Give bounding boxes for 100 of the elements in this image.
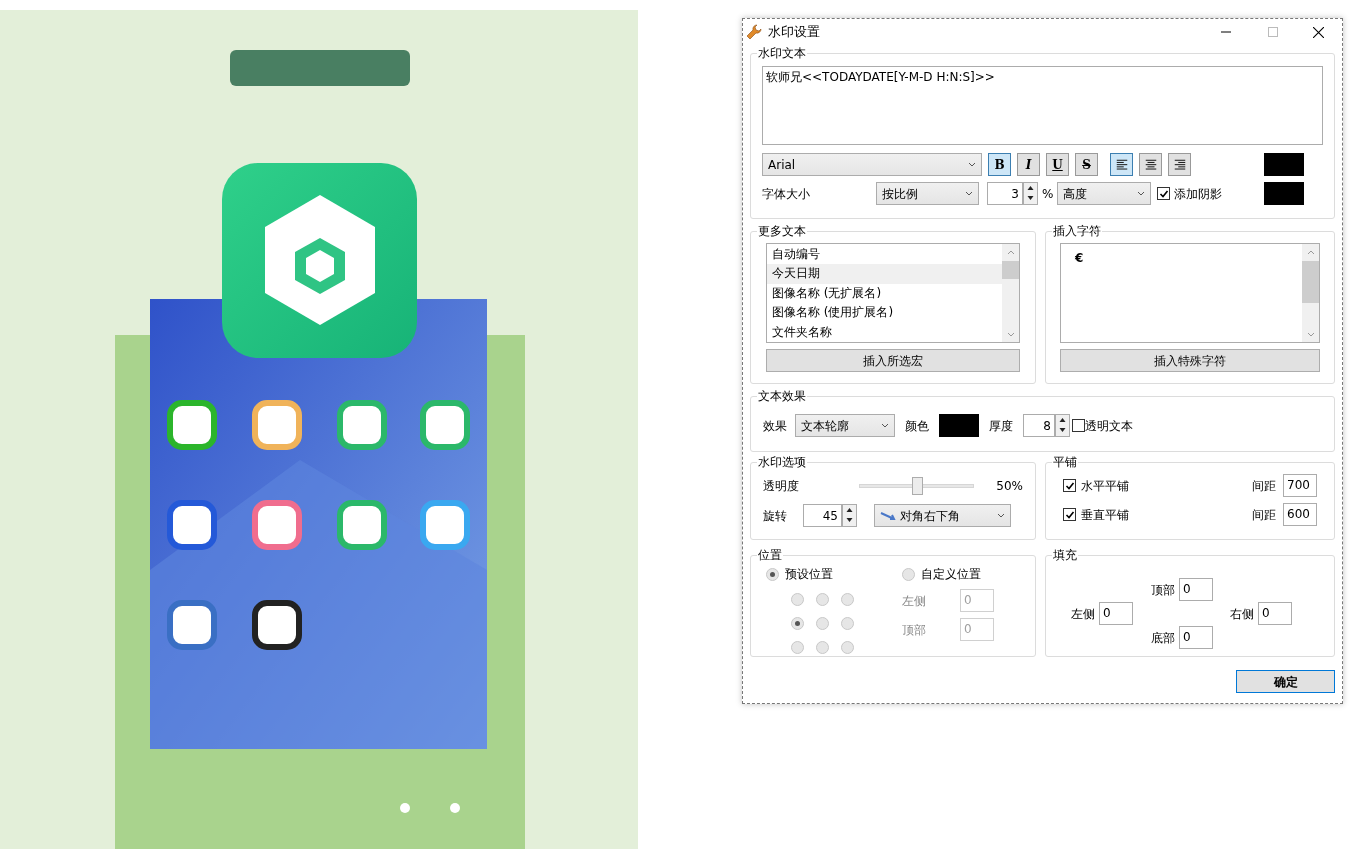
position-radio[interactable] [791, 593, 804, 606]
chevron-down-icon [1137, 191, 1146, 196]
checkbox-label: 透明文本 [1085, 417, 1133, 435]
style-button[interactable]: S [1075, 153, 1098, 176]
radio-label: 自定义位置 [921, 566, 981, 583]
align-right-icon [1172, 157, 1187, 172]
group-title: 更多文本 [757, 223, 807, 239]
text-area[interactable]: 软师兄<<TODAYDATE[Y-M-D H:N:S]>> [762, 66, 1323, 145]
group-title: 插入字符 [1052, 223, 1102, 239]
input-field[interactable]: 0 [1179, 626, 1213, 649]
spin-buttons[interactable] [1055, 414, 1070, 437]
field-label: 左侧 [902, 592, 927, 610]
arrow-icon [880, 509, 896, 522]
slider-thumb[interactable] [911, 477, 923, 495]
color-swatch[interactable] [1264, 153, 1304, 176]
group-title: 位置 [757, 547, 783, 563]
radio-label: 预设位置 [785, 566, 833, 583]
field-label: 左侧 [1071, 605, 1095, 623]
list-item[interactable]: 文件夹名称 [767, 322, 1002, 343]
scrollbar[interactable] [1302, 244, 1319, 342]
scroll-up-icon[interactable] [1306, 250, 1315, 255]
checkbox-label: 垂直平铺 [1081, 506, 1129, 524]
unit-label: % [1042, 185, 1054, 203]
slider-value: 50% [996, 478, 1023, 495]
ok-button[interactable]: 确定 [1236, 670, 1335, 693]
group-title: 水印选项 [757, 454, 807, 470]
number-field[interactable]: 3 [987, 182, 1023, 205]
window-title: 水印设置 [768, 23, 820, 42]
position-radio[interactable] [791, 641, 804, 654]
number-field[interactable]: 45 [803, 504, 842, 527]
direction-dropdown[interactable]: 对角右下角 [874, 504, 1011, 527]
input-field[interactable]: 0 [1179, 578, 1213, 601]
field-label: 颜色 [905, 417, 929, 435]
field-label: 旋转 [763, 507, 788, 525]
style-button[interactable]: B [988, 153, 1011, 176]
list-item[interactable]: 图像名称 (使用扩展名) [767, 303, 1002, 323]
field-label: 底部 [1151, 629, 1175, 647]
scroll-down-icon[interactable] [1306, 332, 1315, 337]
field-label: 透明度 [763, 478, 800, 495]
input-field[interactable]: 0 [1099, 602, 1133, 625]
checkbox[interactable] [1063, 508, 1076, 521]
position-radio[interactable] [816, 593, 829, 606]
number-field[interactable]: 8 [1023, 414, 1055, 437]
scroll-up-icon[interactable] [1006, 250, 1015, 255]
color-swatch[interactable] [1264, 182, 1304, 205]
chevron-down-icon [881, 423, 889, 428]
input-field[interactable]: 700 [1283, 474, 1317, 497]
position-radio[interactable] [841, 617, 854, 630]
position-radio[interactable] [816, 617, 829, 630]
scroll-thumb[interactable] [1302, 261, 1319, 303]
spin-buttons[interactable] [842, 504, 857, 527]
chevron-down-icon [968, 162, 976, 167]
position-radio[interactable] [791, 617, 804, 630]
group-title: 平铺 [1052, 454, 1078, 470]
character-item[interactable]: € [1075, 249, 1302, 267]
chevron-down-icon [965, 191, 973, 196]
group-title: 文本效果 [757, 388, 807, 404]
close-icon[interactable] [1313, 26, 1324, 38]
color-swatch[interactable] [939, 414, 979, 437]
effect-dropdown[interactable]: 文本轮廓 [795, 414, 895, 437]
checkbox-label: 添加阴影 [1174, 185, 1223, 203]
group-title: 水印文本 [757, 45, 807, 61]
radio-button[interactable] [902, 567, 915, 581]
size-mode-dropdown[interactable]: 按比例 [876, 182, 979, 205]
scroll-thumb[interactable] [1002, 261, 1019, 279]
maximize-icon[interactable] [1268, 27, 1278, 37]
position-radio[interactable] [816, 641, 829, 654]
input-field[interactable]: 600 [1283, 503, 1317, 526]
input-field[interactable]: 0 [1258, 602, 1292, 625]
align-button[interactable] [1110, 153, 1133, 176]
spin-buttons[interactable] [1023, 182, 1038, 205]
field-label: 顶部 [1151, 581, 1175, 599]
group-title: 填充 [1052, 547, 1078, 563]
position-radio[interactable] [841, 593, 854, 606]
field-label: 顶部 [902, 621, 927, 639]
insert-character-button[interactable]: 插入特殊字符 [1060, 349, 1320, 372]
style-button[interactable]: U [1046, 153, 1069, 176]
font-dropdown[interactable]: Arial [762, 153, 982, 176]
radio-button[interactable] [766, 567, 779, 581]
insert-macro-button[interactable]: 插入所选宏 [766, 349, 1020, 372]
checkbox[interactable] [1072, 419, 1085, 432]
scroll-down-icon[interactable] [1006, 332, 1015, 337]
position-radio[interactable] [841, 641, 854, 654]
list-item[interactable]: 自动编号 [767, 245, 1002, 265]
basis-dropdown[interactable]: 高度 [1057, 182, 1152, 205]
checkbox[interactable] [1063, 479, 1076, 492]
align-left-icon [1114, 157, 1129, 172]
list-item[interactable]: 今天日期 [767, 264, 1002, 284]
align-button[interactable] [1168, 153, 1191, 176]
checkbox-label: 水平平铺 [1081, 477, 1129, 495]
style-button[interactable]: I [1017, 153, 1040, 176]
field-label: 间距 [1252, 506, 1276, 524]
align-button[interactable] [1139, 153, 1162, 176]
field-label: 效果 [763, 417, 787, 435]
chevron-down-icon [997, 513, 1005, 518]
list-item[interactable]: 图像名称 (无扩展名) [767, 283, 1002, 304]
align-center-icon [1143, 157, 1158, 172]
wrench-icon [746, 24, 762, 40]
checkbox[interactable] [1157, 187, 1171, 200]
scrollbar[interactable] [1002, 244, 1019, 342]
